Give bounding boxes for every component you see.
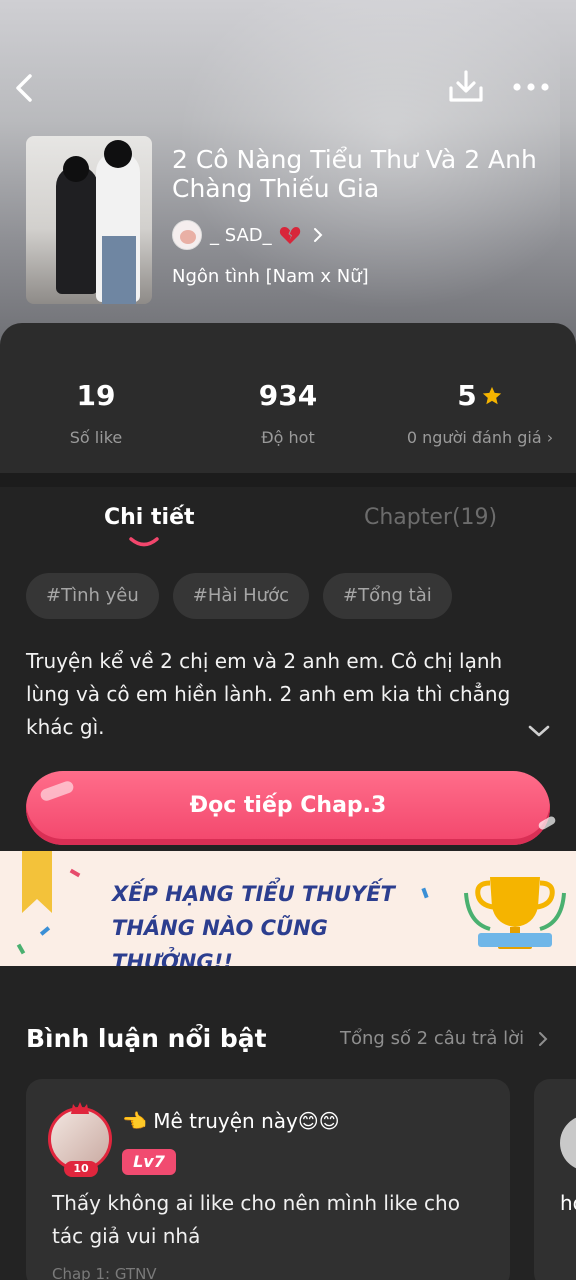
- level-badge: Lv7: [122, 1149, 176, 1175]
- tag-chip[interactable]: #Tổng tài: [323, 573, 452, 619]
- download-icon[interactable]: [446, 66, 486, 106]
- trophy-icon: [464, 877, 566, 949]
- banner-line-2: THÁNG NÀO CŨNG THƯỞNG!!: [112, 916, 328, 966]
- tab-detail[interactable]: Chi tiết: [104, 505, 195, 530]
- story-genre: Ngôn tình [Nam x Nữ]: [172, 266, 369, 287]
- rating-value: 5: [457, 379, 477, 412]
- story-description: Truyện kể về 2 chị em và 2 anh em. Cô ch…: [26, 649, 511, 739]
- avatar-badge: 10: [64, 1161, 98, 1177]
- continue-reading-label: Đọc tiếp Chap.3: [189, 793, 387, 818]
- author-name: _ SAD_: [210, 224, 272, 246]
- section-divider: [0, 473, 576, 487]
- author-link[interactable]: _ SAD_: [172, 220, 324, 250]
- crown-icon: [71, 1102, 89, 1114]
- comments-total-link[interactable]: Tổng số 2 câu trả lời: [340, 1028, 524, 1049]
- tag-chip[interactable]: #Hài Hước: [172, 573, 309, 619]
- hot-count: 934: [258, 379, 318, 412]
- comment-text: Thấy không ai like cho nên mình like cho…: [52, 1191, 460, 1248]
- active-tab-indicator: [129, 537, 159, 547]
- bookmark-icon: [22, 851, 52, 913]
- banner-line-1: XẾP HẠNG TIỂU THUYẾT: [112, 882, 395, 906]
- more-options-icon[interactable]: [508, 72, 554, 102]
- chevron-right-icon: [313, 228, 323, 242]
- hot-label: Độ hot: [261, 428, 315, 447]
- ranking-banner[interactable]: XẾP HẠNG TIỂU THUYẾT THÁNG NÀO CŨNG THƯỞ…: [0, 851, 576, 966]
- comment-card[interactable]: 10 👈 Mê truyện này😊😊 Lv7 Thấy không ai l…: [26, 1079, 510, 1280]
- story-title: 2 Cô Nàng Tiểu Thư Và 2 Anh Chàng Thiếu …: [172, 145, 537, 203]
- expand-chevron-icon[interactable]: [526, 722, 552, 740]
- stats-panel: 19 Số like 934 Độ hot 5 0 người đánh giá…: [0, 323, 576, 473]
- rating-label: 0 người đánh giá: [406, 428, 542, 447]
- chevron-right-icon: [539, 1032, 548, 1046]
- star-icon: [482, 386, 501, 405]
- comment-card[interactable]: ho: [534, 1079, 576, 1280]
- commenter-name[interactable]: 👈 Mê truyện này😊😊: [122, 1109, 340, 1133]
- comment-text: ho: [560, 1191, 576, 1215]
- tag-list: #Tình yêu #Hài Hước #Tổng tài: [26, 573, 452, 619]
- banner-text: XẾP HẠNG TIỂU THUYẾT THÁNG NÀO CŨNG THƯỞ…: [112, 877, 452, 966]
- likes-count: 19: [76, 379, 116, 412]
- story-cover-image[interactable]: [26, 136, 152, 304]
- commenter-avatar: [560, 1115, 576, 1171]
- continue-reading-button[interactable]: Đọc tiếp Chap.3: [26, 771, 557, 845]
- story-header: 2 Cô Nàng Tiểu Thư Và 2 Anh Chàng Thiếu …: [0, 0, 576, 345]
- top-bar: [0, 60, 576, 116]
- featured-comments-header: Bình luận nổi bật Tổng số 2 câu trả lời: [0, 1010, 576, 1070]
- detail-tabs: Chi tiết Chapter(19): [0, 487, 576, 557]
- rating-value-row: 5: [384, 379, 576, 412]
- rating-label-row: 0 người đánh giá ›: [384, 428, 576, 447]
- likes-label: Số like: [69, 428, 123, 447]
- author-avatar: [172, 220, 202, 250]
- tag-chip[interactable]: #Tình yêu: [26, 573, 159, 619]
- broken-heart-icon: [279, 227, 300, 244]
- chevron-right-icon: ›: [546, 428, 554, 447]
- comment-chapter: Chap 1: GTNV: [52, 1265, 157, 1280]
- comments-title: Bình luận nổi bật: [26, 1024, 267, 1053]
- back-icon[interactable]: [8, 68, 38, 108]
- tab-chapters[interactable]: Chapter(19): [364, 505, 497, 530]
